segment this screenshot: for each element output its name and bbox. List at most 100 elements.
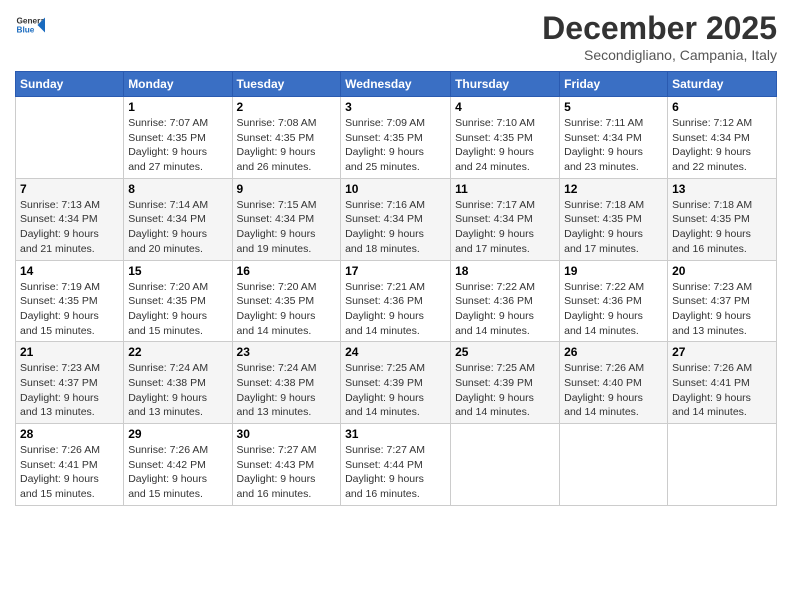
calendar-cell: 5 Sunrise: 7:11 AM Sunset: 4:34 PM Daylig… (560, 97, 668, 179)
day-info: Sunrise: 7:13 AM Sunset: 4:34 PM Dayligh… (20, 198, 119, 257)
day-info: Sunrise: 7:25 AM Sunset: 4:39 PM Dayligh… (345, 361, 446, 420)
day-number: 14 (20, 264, 119, 278)
day-number: 9 (237, 182, 337, 196)
calendar-cell: 14 Sunrise: 7:19 AM Sunset: 4:35 PM Dayli… (16, 260, 124, 342)
calendar-week-3: 14 Sunrise: 7:19 AM Sunset: 4:35 PM Dayli… (16, 260, 777, 342)
calendar-cell: 24Sunrise: 7:25 AM Sunset: 4:39 PM Dayli… (341, 342, 451, 424)
calendar-cell: 1 Sunrise: 7:07 AM Sunset: 4:35 PM Daylig… (124, 97, 232, 179)
calendar-cell: 30 Sunrise: 7:27 AM Sunset: 4:43 PM Dayli… (232, 424, 341, 506)
calendar-cell: 20 Sunrise: 7:23 AM Sunset: 4:37 PM Dayli… (668, 260, 777, 342)
day-info: Sunrise: 7:11 AM Sunset: 4:34 PM Dayligh… (564, 116, 663, 175)
location: Secondigliano, Campania, Italy (542, 47, 777, 63)
day-info: Sunrise: 7:26 AM Sunset: 4:40 PM Dayligh… (564, 361, 663, 420)
day-info: Sunrise: 7:21 AM Sunset: 4:36 PM Dayligh… (345, 280, 446, 339)
calendar-table: Sunday Monday Tuesday Wednesday Thursday… (15, 71, 777, 506)
day-number: 3 (345, 100, 446, 114)
day-number: 19 (564, 264, 663, 278)
calendar-cell: 12 Sunrise: 7:18 AM Sunset: 4:35 PM Dayli… (560, 178, 668, 260)
day-info: Sunrise: 7:26 AM Sunset: 4:42 PM Dayligh… (128, 443, 227, 502)
calendar-cell: 31Sunrise: 7:27 AM Sunset: 4:44 PM Dayli… (341, 424, 451, 506)
day-info: Sunrise: 7:20 AM Sunset: 4:35 PM Dayligh… (128, 280, 227, 339)
day-number: 12 (564, 182, 663, 196)
header-thursday: Thursday (451, 72, 560, 97)
day-number: 4 (455, 100, 555, 114)
calendar-cell: 17Sunrise: 7:21 AM Sunset: 4:36 PM Dayli… (341, 260, 451, 342)
calendar-cell: 29 Sunrise: 7:26 AM Sunset: 4:42 PM Dayli… (124, 424, 232, 506)
day-info: Sunrise: 7:10 AM Sunset: 4:35 PM Dayligh… (455, 116, 555, 175)
header-sunday: Sunday (16, 72, 124, 97)
page-container: General Blue December 2025 Secondigliano… (0, 0, 792, 612)
month-title: December 2025 (542, 10, 777, 47)
day-info: Sunrise: 7:19 AM Sunset: 4:35 PM Dayligh… (20, 280, 119, 339)
day-number: 31 (345, 427, 446, 441)
title-area: December 2025 Secondigliano, Campania, I… (542, 10, 777, 63)
calendar-cell: 25 Sunrise: 7:25 AM Sunset: 4:39 PM Dayli… (451, 342, 560, 424)
day-number: 16 (237, 264, 337, 278)
day-number: 2 (237, 100, 337, 114)
calendar-week-5: 28 Sunrise: 7:26 AM Sunset: 4:41 PM Dayli… (16, 424, 777, 506)
calendar-cell: 19 Sunrise: 7:22 AM Sunset: 4:36 PM Dayli… (560, 260, 668, 342)
day-number: 25 (455, 345, 555, 359)
header-tuesday: Tuesday (232, 72, 341, 97)
svg-text:Blue: Blue (17, 26, 35, 35)
day-info: Sunrise: 7:25 AM Sunset: 4:39 PM Dayligh… (455, 361, 555, 420)
day-number: 15 (128, 264, 227, 278)
calendar-cell: 18 Sunrise: 7:22 AM Sunset: 4:36 PM Dayli… (451, 260, 560, 342)
day-info: Sunrise: 7:08 AM Sunset: 4:35 PM Dayligh… (237, 116, 337, 175)
calendar-cell: 9Sunrise: 7:15 AM Sunset: 4:34 PM Daylig… (232, 178, 341, 260)
day-info: Sunrise: 7:26 AM Sunset: 4:41 PM Dayligh… (672, 361, 772, 420)
header-friday: Friday (560, 72, 668, 97)
day-number: 20 (672, 264, 772, 278)
day-info: Sunrise: 7:23 AM Sunset: 4:37 PM Dayligh… (672, 280, 772, 339)
calendar-cell: 7 Sunrise: 7:13 AM Sunset: 4:34 PM Daylig… (16, 178, 124, 260)
day-info: Sunrise: 7:18 AM Sunset: 4:35 PM Dayligh… (564, 198, 663, 257)
day-number: 22 (128, 345, 227, 359)
header-wednesday: Wednesday (341, 72, 451, 97)
day-number: 28 (20, 427, 119, 441)
calendar-week-4: 21Sunrise: 7:23 AM Sunset: 4:37 PM Dayli… (16, 342, 777, 424)
day-number: 8 (128, 182, 227, 196)
calendar-week-2: 7 Sunrise: 7:13 AM Sunset: 4:34 PM Daylig… (16, 178, 777, 260)
day-info: Sunrise: 7:12 AM Sunset: 4:34 PM Dayligh… (672, 116, 772, 175)
day-info: Sunrise: 7:22 AM Sunset: 4:36 PM Dayligh… (455, 280, 555, 339)
calendar-cell: 26 Sunrise: 7:26 AM Sunset: 4:40 PM Dayli… (560, 342, 668, 424)
day-info: Sunrise: 7:07 AM Sunset: 4:35 PM Dayligh… (128, 116, 227, 175)
calendar-cell: 23Sunrise: 7:24 AM Sunset: 4:38 PM Dayli… (232, 342, 341, 424)
calendar-cell: 10 Sunrise: 7:16 AM Sunset: 4:34 PM Dayli… (341, 178, 451, 260)
day-info: Sunrise: 7:24 AM Sunset: 4:38 PM Dayligh… (128, 361, 227, 420)
calendar-cell: 6 Sunrise: 7:12 AM Sunset: 4:34 PM Daylig… (668, 97, 777, 179)
day-number: 6 (672, 100, 772, 114)
day-number: 29 (128, 427, 227, 441)
day-info: Sunrise: 7:17 AM Sunset: 4:34 PM Dayligh… (455, 198, 555, 257)
day-info: Sunrise: 7:26 AM Sunset: 4:41 PM Dayligh… (20, 443, 119, 502)
calendar-cell: 22 Sunrise: 7:24 AM Sunset: 4:38 PM Dayli… (124, 342, 232, 424)
day-number: 1 (128, 100, 227, 114)
day-info: Sunrise: 7:09 AM Sunset: 4:35 PM Dayligh… (345, 116, 446, 175)
calendar-cell (560, 424, 668, 506)
logo-icon: General Blue (15, 10, 45, 40)
calendar-cell (451, 424, 560, 506)
day-info: Sunrise: 7:22 AM Sunset: 4:36 PM Dayligh… (564, 280, 663, 339)
calendar-cell (16, 97, 124, 179)
header-monday: Monday (124, 72, 232, 97)
day-number: 7 (20, 182, 119, 196)
header-saturday: Saturday (668, 72, 777, 97)
day-number: 5 (564, 100, 663, 114)
day-info: Sunrise: 7:18 AM Sunset: 4:35 PM Dayligh… (672, 198, 772, 257)
header-area: General Blue December 2025 Secondigliano… (15, 10, 777, 63)
day-number: 11 (455, 182, 555, 196)
calendar-header-row: Sunday Monday Tuesday Wednesday Thursday… (16, 72, 777, 97)
day-number: 26 (564, 345, 663, 359)
calendar-cell: 16 Sunrise: 7:20 AM Sunset: 4:35 PM Dayli… (232, 260, 341, 342)
day-info: Sunrise: 7:16 AM Sunset: 4:34 PM Dayligh… (345, 198, 446, 257)
day-info: Sunrise: 7:27 AM Sunset: 4:43 PM Dayligh… (237, 443, 337, 502)
day-number: 10 (345, 182, 446, 196)
calendar-cell: 8 Sunrise: 7:14 AM Sunset: 4:34 PM Daylig… (124, 178, 232, 260)
day-info: Sunrise: 7:14 AM Sunset: 4:34 PM Dayligh… (128, 198, 227, 257)
logo: General Blue (15, 10, 45, 40)
day-number: 30 (237, 427, 337, 441)
day-number: 18 (455, 264, 555, 278)
day-info: Sunrise: 7:20 AM Sunset: 4:35 PM Dayligh… (237, 280, 337, 339)
calendar-cell: 13Sunrise: 7:18 AM Sunset: 4:35 PM Dayli… (668, 178, 777, 260)
calendar-cell: 3 Sunrise: 7:09 AM Sunset: 4:35 PM Daylig… (341, 97, 451, 179)
